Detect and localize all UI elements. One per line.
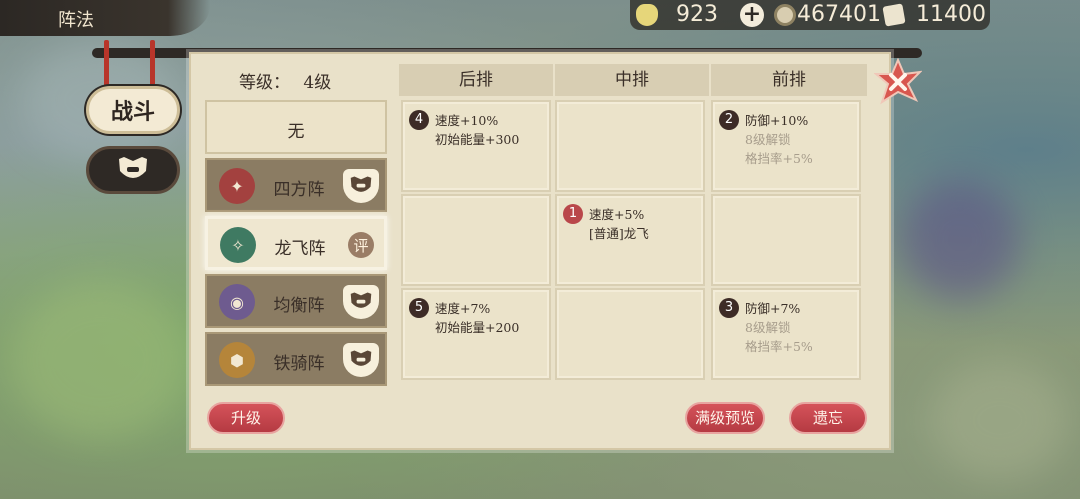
rating-badge: 评 [348,232,374,258]
slot-bonus: 防御+7% [745,301,801,316]
formation-item-none[interactable]: 无 [205,100,387,154]
coin-icon [774,4,796,26]
formation-panel: 等级： 4级 无 ✦ 四方阵 ✧ 龙飞阵 评 ◉ 均衡阵 ⬢ 铁骑阵 后排 中排… [189,52,891,450]
junheng-emblem-icon: ◉ [219,284,255,320]
formation-item-junheng[interactable]: ◉ 均衡阵 [205,274,387,328]
column-header-front: 前排 [711,64,867,96]
slot-bonus: 防御+10% [745,113,809,128]
helmet-icon [119,157,147,178]
forget-button[interactable]: 遗忘 [789,402,867,434]
close-icon [873,57,923,105]
formation-name: 无 [287,122,305,142]
tab-battle-label: 战斗 [110,99,155,125]
slot-cell-5[interactable]: 5 速度+7% 初始能量+200 [401,288,551,380]
slot-bonus: 速度+10% [435,113,499,128]
level-label: 等级： 4级 [239,68,331,93]
slot-number: 5 [409,298,429,318]
helmet-icon [343,169,379,203]
ticket-count: 11400 [916,2,986,27]
formation-item-sifang[interactable]: ✦ 四方阵 [205,158,387,212]
max-level-preview-button[interactable]: 满级预览 [685,402,765,434]
slot-cell-empty[interactable] [401,194,551,286]
slot-number: 1 [563,204,583,224]
slot-locked-bonus: 格挡率+5% [745,339,813,354]
slot-cell-3[interactable]: 3 防御+7% 8级解锁 格挡率+5% [711,288,861,380]
coin-count: 467401 [797,2,881,27]
upgrade-button[interactable]: 升级 [207,402,285,434]
page-title: 阵法 [58,10,94,31]
slot-bonus: 速度+5% [589,207,645,222]
longfei-emblem-icon: ✧ [220,227,256,263]
rope [104,40,109,88]
formation-item-tieqi[interactable]: ⬢ 铁骑阵 [205,332,387,386]
slot-cell-empty[interactable] [555,288,705,380]
slot-number: 4 [409,110,429,130]
tab-battle[interactable]: 战斗 [86,86,180,134]
slot-bonus: 初始能量+300 [435,132,520,147]
formation-name: 龙飞阵 [274,239,326,259]
slot-cell-empty[interactable] [711,194,861,286]
slot-hero: [普通]龙飞 [589,226,649,241]
slot-bonus: 速度+7% [435,301,491,316]
title-tab [0,0,210,36]
ingot-count: 923 [676,2,718,27]
ingot-icon [636,4,658,26]
formation-name: 铁骑阵 [273,354,325,374]
tab-helmet[interactable] [86,146,180,194]
close-button[interactable] [873,57,923,106]
helmet-icon [343,285,379,319]
formation-item-longfei[interactable]: ✧ 龙飞阵 评 [205,216,387,270]
slot-bonus: 初始能量+200 [435,320,520,335]
slot-cell-2[interactable]: 2 防御+10% 8级解锁 格挡率+5% [711,100,861,192]
sifang-emblem-icon: ✦ [219,168,255,204]
column-header-back: 后排 [399,64,553,96]
formation-name: 四方阵 [273,180,325,200]
slot-cell-4[interactable]: 4 速度+10% 初始能量+300 [401,100,551,192]
slot-cell-1[interactable]: 1 速度+5% [普通]龙飞 [555,194,705,286]
level-label-text: 等级： [239,73,290,93]
level-value: 4级 [303,73,332,93]
ticket-icon [882,3,906,27]
helmet-icon [343,343,379,377]
tieqi-emblem-icon: ⬢ [219,342,255,378]
column-header-middle: 中排 [555,64,709,96]
slot-cell-empty[interactable] [555,100,705,192]
slot-number: 3 [719,298,739,318]
slot-locked-bonus: 格挡率+5% [745,151,813,166]
slot-unlock-note: 8级解锁 [745,132,791,147]
formation-name: 均衡阵 [273,296,325,316]
slot-unlock-note: 8级解锁 [745,320,791,335]
plus-icon[interactable]: + [740,3,764,27]
rope [150,40,155,88]
slot-number: 2 [719,110,739,130]
